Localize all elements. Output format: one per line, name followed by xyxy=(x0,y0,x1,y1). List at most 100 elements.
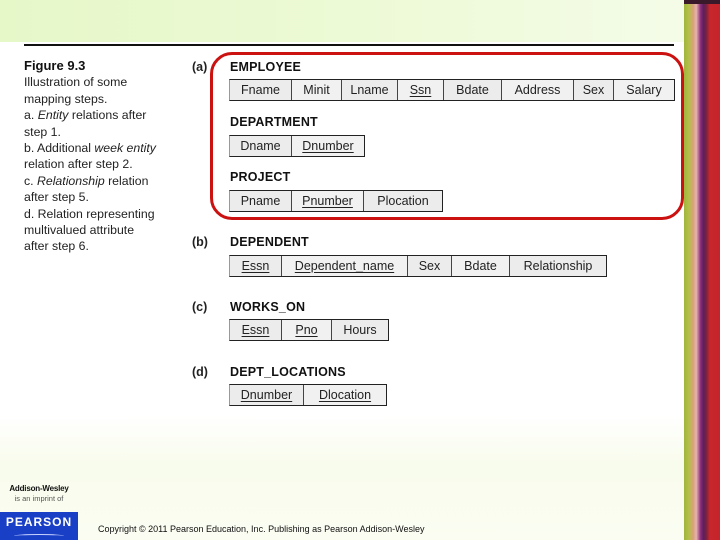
pearson-logo: PEARSON xyxy=(0,512,78,540)
caption-fragment: d. Relation representing xyxy=(24,206,155,221)
attribute-name: Pno xyxy=(295,323,318,337)
caption-text: Illustration of some mapping steps. a. Ent… xyxy=(24,74,174,254)
caption-fragment: after step 5. xyxy=(24,190,89,205)
attribute-name: Pnumber xyxy=(302,194,353,208)
caption-fragment: multivalued attribute xyxy=(24,223,135,238)
key-attribute-cell: Ssn xyxy=(398,80,444,100)
footer-band xyxy=(0,415,684,540)
caption-line: after step 5. xyxy=(24,189,174,205)
attribute-name: Dlocation xyxy=(318,388,372,402)
caption-line: c. Relationship relation xyxy=(24,173,174,189)
caption-fragment: relation xyxy=(104,173,149,188)
key-attribute-cell: Dependent_name xyxy=(282,256,408,276)
relation-name-employee: EMPLOYEE xyxy=(230,60,302,74)
relation-name-department: DEPARTMENT xyxy=(230,115,318,129)
attribute-name: Hours xyxy=(343,323,377,337)
attribute-name: Essn xyxy=(241,323,270,337)
relation-name-works-on: WORKS_ON xyxy=(230,300,306,314)
caption-fragment: mapping steps. xyxy=(24,91,108,106)
attribute-name: Address xyxy=(514,83,561,97)
imprint-text: is an imprint of xyxy=(14,494,64,503)
relation-name-project: PROJECT xyxy=(230,170,291,184)
relation-name-dependent: DEPENDENT xyxy=(230,235,309,249)
caption-fragment: a. xyxy=(24,108,38,123)
key-attribute-cell: Pno xyxy=(282,320,332,340)
attribute-cell: Lname xyxy=(342,80,398,100)
relation-table-employee: Fname Minit Lname Ssn Bdate Address Sex Salary xyxy=(229,79,675,101)
copyright-notice: Copyright © 2011 Pearson Education, Inc.… xyxy=(98,524,425,534)
part-label-b: (b) xyxy=(192,235,208,249)
decorative-stripe xyxy=(684,0,720,540)
pearson-wordmark: PEARSON xyxy=(5,515,73,529)
attribute-cell: Relationship xyxy=(510,256,606,276)
attribute-name: Dnumber xyxy=(302,139,354,153)
attribute-cell: Hours xyxy=(332,320,388,340)
attribute-cell: Bdate xyxy=(444,80,502,100)
attribute-name: Lname xyxy=(350,83,389,97)
attribute-name: Bdate xyxy=(464,259,497,273)
header-rule xyxy=(24,44,674,46)
relation-table-project: Pname Pnumber Plocation xyxy=(229,190,443,212)
caption-line: Illustration of some xyxy=(24,74,174,90)
attribute-name: Minit xyxy=(303,83,330,97)
attribute-cell: Plocation xyxy=(364,191,442,211)
attribute-cell: Fname xyxy=(230,80,292,100)
caption-fragment: c. xyxy=(24,173,37,188)
caption-emphasis: Entity xyxy=(37,108,69,123)
caption-line: multivalued attribute xyxy=(24,222,174,238)
key-attribute-cell: Pnumber xyxy=(292,191,364,211)
caption-line: step 1. xyxy=(24,124,174,140)
caption-fragment: Illustration of some xyxy=(24,75,128,90)
key-attribute-cell: Essn xyxy=(230,320,282,340)
relation-table-department: Dname Dnumber xyxy=(229,135,365,157)
key-attribute-cell: Dnumber xyxy=(230,385,304,405)
attribute-name: Dnumber xyxy=(240,388,293,402)
caption-line: a. Entity relations after xyxy=(24,107,174,123)
attribute-name: Sex xyxy=(582,83,605,97)
attribute-cell: Pname xyxy=(230,191,292,211)
part-label-a: (a) xyxy=(192,60,208,74)
relation-table-dependent: Essn Dependent_name Sex Bdate Relationship xyxy=(229,255,607,277)
figure-caption: Figure 9.3 Illustration of some mapping s… xyxy=(24,58,174,255)
caption-fragment: relations after xyxy=(68,108,147,123)
attribute-name: Sex xyxy=(418,259,441,273)
caption-line: after step 6. xyxy=(24,238,174,254)
decorative-stripe-cap xyxy=(684,0,720,4)
caption-fragment: b. Additional xyxy=(24,141,95,156)
attribute-cell: Salary xyxy=(614,80,674,100)
attribute-cell: Sex xyxy=(574,80,614,100)
caption-fragment: step 1. xyxy=(24,124,61,139)
key-attribute-cell: Dlocation xyxy=(304,385,386,405)
relation-table-works-on: Essn Pno Hours xyxy=(229,319,389,341)
attribute-name: Dependent_name xyxy=(294,259,395,273)
key-attribute-cell: Essn xyxy=(230,256,282,276)
key-attribute-cell: Dnumber xyxy=(292,136,364,156)
attribute-name: Dname xyxy=(240,139,281,153)
caption-fragment: relation after step 2. xyxy=(24,157,133,172)
attribute-name: Pname xyxy=(240,194,281,208)
caption-line: mapping steps. xyxy=(24,91,174,107)
attribute-cell: Address xyxy=(502,80,574,100)
attribute-name: Bdate xyxy=(456,83,489,97)
publisher-name: Addison-Wesley xyxy=(9,484,69,493)
header-band xyxy=(0,0,684,42)
relation-name-dept-locations: DEPT_LOCATIONS xyxy=(230,365,346,379)
caption-emphasis: Relationship xyxy=(36,173,105,188)
attribute-cell: Bdate xyxy=(452,256,510,276)
attribute-name: Plocation xyxy=(377,194,429,208)
caption-fragment: after step 6. xyxy=(24,239,89,254)
attribute-name: Ssn xyxy=(409,83,432,97)
figure-title: Figure 9.3 xyxy=(24,58,86,73)
attribute-cell: Dname xyxy=(230,136,292,156)
relation-table-dept-locations: Dnumber Dlocation xyxy=(229,384,387,406)
part-label-d: (d) xyxy=(192,365,208,379)
pearson-swoosh-icon xyxy=(14,534,64,538)
caption-line: d. Relation representing xyxy=(24,206,174,222)
attribute-name: Essn xyxy=(241,259,270,273)
part-label-c: (c) xyxy=(192,300,208,314)
attribute-name: Salary xyxy=(626,83,662,97)
attribute-name: Fname xyxy=(241,83,280,97)
caption-emphasis: week entity xyxy=(94,141,156,156)
attribute-name: Relationship xyxy=(523,259,593,273)
addison-wesley-logo: Addison-Wesley is an imprint of xyxy=(0,484,78,503)
